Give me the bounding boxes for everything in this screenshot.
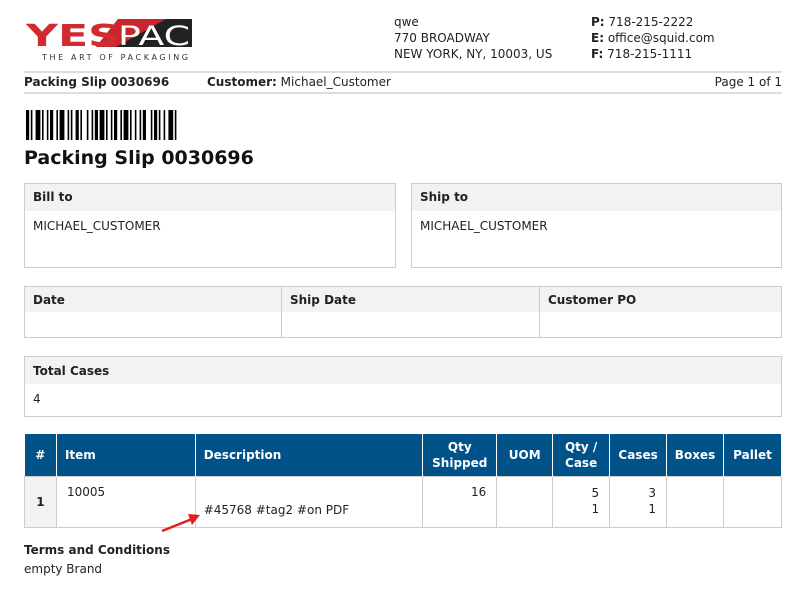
bill-to-label: Bill to (25, 184, 395, 211)
qty-case-2: 1 (591, 501, 600, 516)
col-qty-case: Qty / Case (552, 434, 611, 476)
barcode-bar (120, 110, 122, 140)
barcode-bar (35, 110, 41, 140)
phone-label: P: (591, 15, 605, 29)
email: office@squid.com (607, 31, 715, 45)
row-description: #45768 #tag2 #on PDF (194, 475, 424, 528)
svg-text:THE ART OF PACKAGING: THE ART OF PACKAGING (41, 53, 188, 62)
company-contact: P: 718-215-2222 E: office@squid.com F: 7… (591, 14, 715, 62)
customer-name: Michael_Customer (280, 75, 391, 89)
barcode-bar (56, 110, 58, 140)
barcode-bar (86, 110, 89, 140)
barcode-bar (130, 110, 132, 140)
barcode-bar (134, 110, 137, 140)
email-label: E: (591, 31, 604, 45)
company-name: qwe (394, 15, 419, 29)
barcode-bar (142, 110, 146, 140)
barcode-bar (110, 110, 113, 140)
customer-label: Customer: (207, 75, 277, 89)
qty-case-1: 5 (591, 485, 600, 500)
cases-2: 1 (648, 501, 657, 516)
page-title: Packing Slip 0030696 (24, 147, 254, 169)
barcode-bar (67, 110, 70, 140)
barcode-bar (99, 110, 105, 140)
ship-date-label: Ship Date (282, 287, 539, 312)
total-cases-box: Total Cases 4 (24, 356, 782, 417)
date-box: Date (24, 286, 282, 338)
col-description: Description (195, 434, 424, 476)
terms-label: Terms and Conditions (24, 543, 170, 557)
barcode-bar (150, 110, 153, 140)
barcode-bar (75, 110, 79, 140)
barcode-bar (46, 110, 49, 140)
row-boxes (666, 475, 724, 528)
bill-to-value: MICHAEL_CUSTOMER (33, 219, 161, 233)
barcode-bar (139, 110, 142, 140)
ship-to-box: Ship to MICHAEL_CUSTOMER (411, 183, 782, 268)
barcode-bar (42, 110, 44, 140)
svg-text:PAC: PAC (118, 21, 190, 52)
company-street: 770 BROADWAY (394, 31, 490, 45)
company-city: NEW YORK, NY, 10003, US (394, 47, 553, 61)
barcode-bar (50, 110, 54, 140)
terms-value: empty Brand (24, 562, 103, 576)
strip-slip-number: Packing Slip 0030696 (24, 75, 170, 89)
cases-1: 3 (648, 485, 657, 500)
row-cases: 31 (609, 475, 668, 528)
barcode (26, 110, 177, 140)
col-boxes: Boxes (666, 434, 724, 476)
barcode-bar (91, 110, 94, 140)
barcode-bar (168, 110, 174, 140)
barcode-bar (114, 110, 118, 140)
barcode-bar (26, 110, 30, 140)
page-number: Page 1 of 1 (714, 75, 782, 89)
row-qty-case: 51 (552, 475, 611, 528)
barcode-bar (106, 110, 108, 140)
customer-po-box: Customer PO (539, 286, 782, 338)
col-number: # (24, 434, 57, 476)
col-cases: Cases (609, 434, 668, 476)
barcode-bar (70, 110, 73, 140)
total-cases-value: 4 (33, 392, 41, 406)
phone: 718-215-2222 (608, 15, 694, 29)
barcode-bar (59, 110, 65, 140)
row-qty-shipped: 16 (422, 475, 498, 528)
barcode-bar (163, 110, 166, 140)
red-arrow-annotation (161, 514, 200, 533)
total-cases-label: Total Cases (25, 357, 781, 384)
svg-text:YES: YES (26, 19, 120, 54)
row-uom (496, 475, 554, 528)
barcode-bar (80, 110, 82, 140)
row-number: 1 (24, 475, 57, 528)
items-table: # Item Description Qty Shipped UOM Qty /… (24, 434, 783, 528)
fax: 718-215-1111 (607, 47, 693, 61)
yespac-logo: YES PAC THE ART OF PACKAGING (26, 19, 192, 62)
customer-po-label: Customer PO (540, 287, 781, 312)
barcode-bar (174, 110, 177, 140)
date-label: Date (25, 287, 281, 312)
col-pallet: Pallet (723, 434, 783, 476)
col-qty-shipped: Qty Shipped (422, 434, 498, 476)
row-pallet (722, 475, 783, 528)
ship-to-label: Ship to (412, 184, 781, 211)
ship-date-box: Ship Date (281, 286, 540, 338)
header-strip: Packing Slip 0030696 Customer: Michael_C… (24, 71, 782, 94)
barcode-bar (123, 110, 129, 140)
table-header-row: # Item Description Qty Shipped UOM Qty /… (24, 434, 783, 476)
fax-label: F: (591, 47, 604, 61)
col-item: Item (56, 434, 196, 476)
company-address: qwe 770 BROADWAY NEW YORK, NY, 10003, US (394, 14, 552, 62)
barcode-bar (154, 110, 158, 140)
col-uom: UOM (496, 434, 554, 476)
barcode-bar (158, 110, 161, 140)
barcode-bar (30, 110, 33, 140)
bill-to-box: Bill to MICHAEL_CUSTOMER (24, 183, 396, 268)
table-row: 1 10005 #45768 #tag2 #on PDF 16 51 31 (24, 475, 783, 528)
strip-customer: Customer: Michael_Customer (207, 73, 391, 92)
barcode-bar (94, 110, 98, 140)
ship-to-value: MICHAEL_CUSTOMER (420, 219, 548, 233)
